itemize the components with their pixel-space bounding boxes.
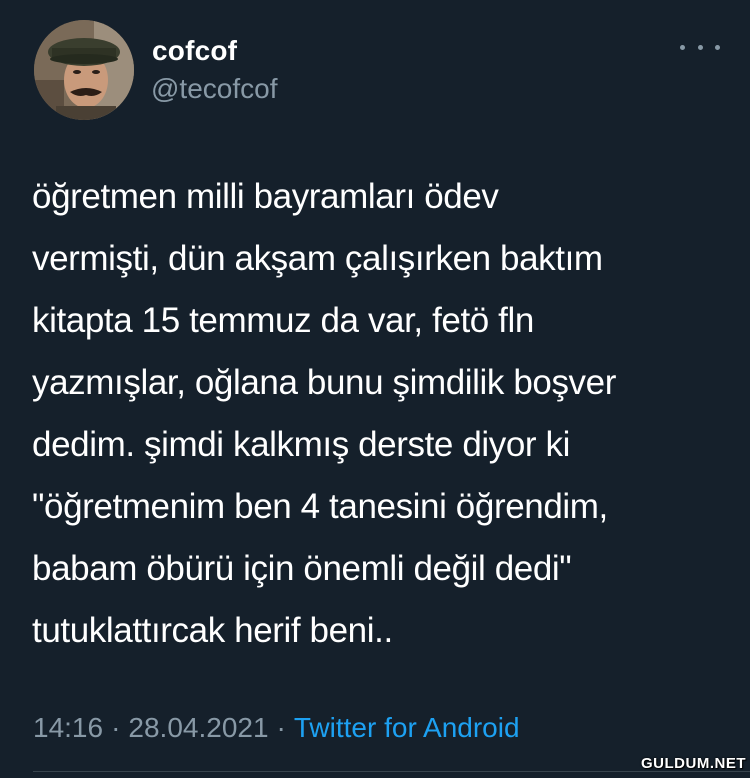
meta-separator: · <box>276 712 286 743</box>
tweet-text-line: öğretmen milli bayramları ödev <box>32 177 499 216</box>
display-name[interactable]: cofcof <box>152 35 237 67</box>
user-handle[interactable]: @tecofcof <box>151 73 277 105</box>
profile-photo-icon <box>34 20 134 120</box>
tweet-text-line: babam öbürü için önemli değil dedi" <box>32 549 572 588</box>
dot <box>697 44 703 50</box>
tweet-card: cofcof @tecofcof öğretmen milli bayramla… <box>0 0 750 778</box>
tweet-text-line: yazmışlar, oğlana bunu şimdilik boşver <box>32 363 616 402</box>
tweet-meta: 14:16 · 28.04.2021 · Twitter for Android <box>33 708 520 748</box>
tweet-date[interactable]: 28.04.2021 <box>128 712 268 744</box>
avatar[interactable] <box>34 20 134 120</box>
dot <box>715 44 720 50</box>
tweet-source-link[interactable]: Twitter for Android <box>294 712 520 744</box>
tweet-text-line: "öğretmenim ben 4 tanesini öğrendim, <box>32 487 608 526</box>
dot <box>680 44 685 50</box>
tweet-text-line: tutuklattırcak herif beni.. <box>32 611 393 650</box>
tweet-text-line: vermişti, dün akşam çalışırken baktım <box>32 239 603 278</box>
tweet-time[interactable]: 14:16 <box>33 712 103 744</box>
tweet-text-line: kitapta 15 temmuz da var, fetö fln <box>32 301 534 340</box>
tweet-text: öğretmen milli bayramları ödev vermişti,… <box>32 166 732 662</box>
more-options-icon[interactable] <box>680 34 720 60</box>
watermark: GULDUM.NET <box>641 755 746 772</box>
meta-separator: · <box>111 712 121 743</box>
tweet-text-line: dedim. şimdi kalkmış derste diyor ki <box>32 425 570 464</box>
